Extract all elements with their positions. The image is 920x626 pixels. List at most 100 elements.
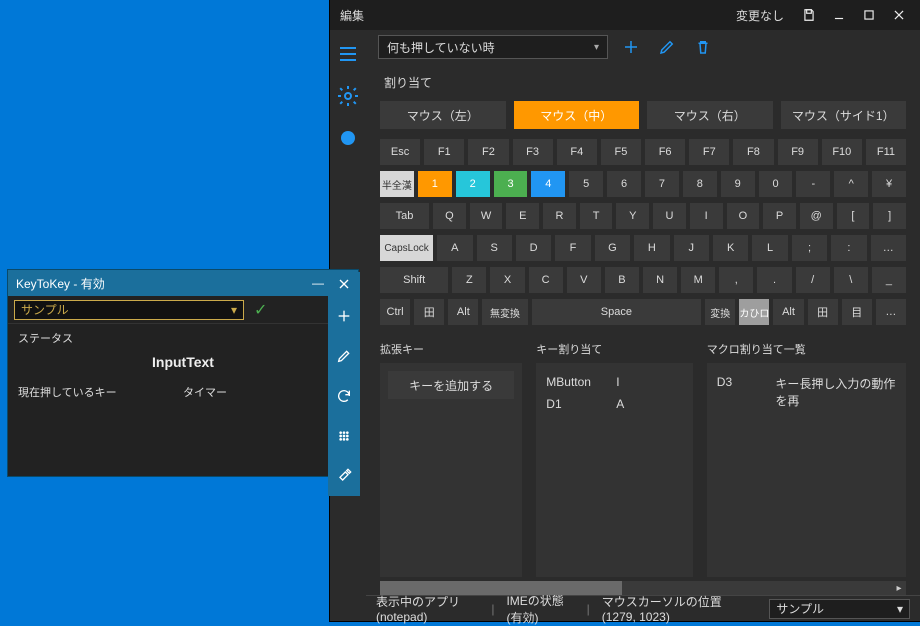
keyboard-key[interactable]: F5 [601,139,641,165]
keyboard-key[interactable]: E [506,203,539,229]
add-condition-icon[interactable] [622,38,640,56]
keyboard-key[interactable]: Space [532,299,702,325]
close-icon[interactable] [328,272,360,296]
macro-map-row[interactable]: D3キー長押し入力の動作を再 [715,371,898,413]
check-icon[interactable]: ✓ [254,300,267,320]
keyboard-key[interactable]: Alt [448,299,478,325]
keyboard-key[interactable]: ] [873,203,906,229]
maximize-button[interactable] [854,1,884,29]
add-key-button[interactable]: キーを追加する [388,371,514,399]
keyboard-key[interactable]: F9 [778,139,818,165]
keyboard-key[interactable]: 4 [531,171,565,197]
keyboard-key[interactable]: F4 [557,139,597,165]
keyboard-key[interactable]: 半全漢 [380,171,414,197]
keyboard-key[interactable]: Tab [380,203,429,229]
keyboard-key[interactable]: F [555,235,590,261]
profile-select[interactable]: サンプル ▾ [769,599,910,619]
keyboard-key[interactable]: / [796,267,830,293]
minimize-button[interactable] [824,1,854,29]
keyboard-key[interactable]: F3 [513,139,553,165]
keyboard-key[interactable]: 田 [414,299,444,325]
keyboard-key[interactable]: Alt [773,299,803,325]
keyboard-key[interactable]: P [763,203,796,229]
keyboard-key[interactable]: … [876,299,906,325]
pencil-icon[interactable] [328,336,360,376]
keyboard-key[interactable]: 5 [569,171,603,197]
mouse-button[interactable]: マウス（右） [647,101,773,129]
keyboard-key[interactable]: I [690,203,723,229]
keyboard-key[interactable]: X [490,267,524,293]
keyboard-key[interactable]: F10 [822,139,862,165]
profile-select[interactable]: サンプル ▾ [14,300,244,320]
minimize-button[interactable]: — [306,276,330,290]
keyboard-key[interactable]: N [643,267,677,293]
keyboard-key[interactable]: V [567,267,601,293]
keyboard-key[interactable]: CapsLock [380,235,433,261]
keyboard-key[interactable]: @ [800,203,833,229]
keyboard-key[interactable]: K [713,235,748,261]
current-tab-icon[interactable] [336,126,360,150]
scroll-right-icon[interactable]: ▸ [892,581,906,595]
grid-icon[interactable] [328,416,360,456]
gear-icon[interactable] [336,84,360,108]
keyboard-key[interactable]: 無変換 [482,299,527,325]
keyboard-key[interactable]: F1 [424,139,464,165]
keyboard-key[interactable]: Z [452,267,486,293]
keyboard-key[interactable]: F8 [733,139,773,165]
keyboard-key[interactable]: ^ [834,171,868,197]
keyboard-key[interactable]: - [796,171,830,197]
keyboard-key[interactable]: 7 [645,171,679,197]
keyboard-key[interactable]: : [831,235,866,261]
keyboard-key[interactable]: T [580,203,613,229]
mouse-button[interactable]: マウス（左） [380,101,506,129]
keyboard-key[interactable]: F11 [866,139,906,165]
plus-icon[interactable] [328,296,360,336]
delete-condition-icon[interactable] [694,38,712,56]
keyboard-key[interactable]: F7 [689,139,729,165]
keyboard-key[interactable]: Shift [380,267,448,293]
keyboard-key[interactable]: F6 [645,139,685,165]
edit-condition-icon[interactable] [658,38,676,56]
keyboard-key[interactable]: 0 [759,171,793,197]
scrollbar-thumb[interactable] [380,581,622,595]
mouse-button[interactable]: マウス（サイド1） [781,101,907,129]
keyboard-key[interactable]: Y [616,203,649,229]
keyboard-key[interactable]: A [437,235,472,261]
save-icon[interactable] [794,1,824,29]
keyboard-key[interactable]: D [516,235,551,261]
keyboard-key[interactable]: 1 [418,171,452,197]
key-map-row[interactable]: MButtonI [544,371,685,393]
keyboard-key[interactable]: Esc [380,139,420,165]
keyboard-key[interactable]: F2 [468,139,508,165]
keyboard-key[interactable]: 3 [494,171,528,197]
keyboard-key[interactable]: 8 [683,171,717,197]
refresh-icon[interactable] [328,376,360,416]
keyboard-key[interactable]: U [653,203,686,229]
mouse-button[interactable]: マウス（中） [514,101,640,129]
keyboard-key[interactable]: L [752,235,787,261]
keyboard-key[interactable]: C [529,267,563,293]
close-button[interactable] [884,1,914,29]
horizontal-scrollbar[interactable]: ◂ ▸ [380,581,906,595]
keyboard-key[interactable]: G [595,235,630,261]
keyboard-key[interactable]: W [470,203,503,229]
condition-select[interactable]: 何も押していない時 ▾ [378,35,608,59]
keyboard-key[interactable]: H [634,235,669,261]
keyboard-key[interactable]: 6 [607,171,641,197]
keyboard-key[interactable]: カひロ [739,299,769,325]
key-map-row[interactable]: D1A [544,393,685,415]
keyboard-key[interactable]: M [681,267,715,293]
keyboard-key[interactable]: 目 [842,299,872,325]
keyboard-key[interactable]: ¥ [872,171,906,197]
keyboard-key[interactable]: S [477,235,512,261]
keyboard-key[interactable]: O [727,203,760,229]
keyboard-key[interactable]: 変換 [705,299,735,325]
keyboard-key[interactable]: Ctrl [380,299,410,325]
tools-icon[interactable] [328,456,360,496]
keyboard-key[interactable]: 2 [456,171,490,197]
keyboard-key[interactable]: J [674,235,709,261]
keyboard-key[interactable]: , [719,267,753,293]
keyboard-key[interactable]: _ [872,267,906,293]
keyboard-key[interactable]: B [605,267,639,293]
keyboard-key[interactable]: ; [792,235,827,261]
